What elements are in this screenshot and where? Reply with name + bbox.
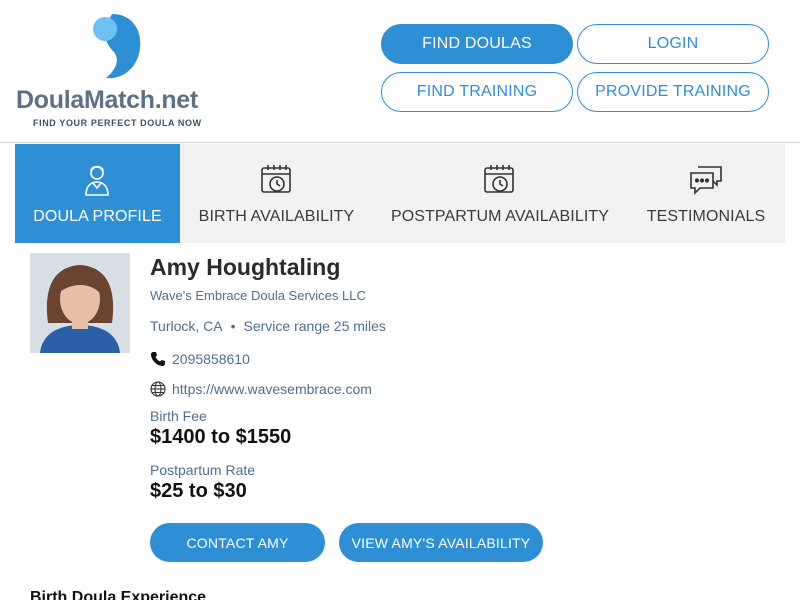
phone-icon [151,352,165,366]
birth-fee-label: Birth Fee [150,408,207,424]
tab-doula-profile[interactable]: DOULA PROFILE [15,144,180,243]
postpartum-rate-value: $25 to $30 [150,480,247,502]
find-doulas-button[interactable]: FIND DOULAS [381,24,573,64]
service-range: Service range 25 miles [243,318,386,334]
calendar-clock-icon [259,162,295,198]
contact-button[interactable]: CONTACT AMY [150,523,325,562]
site-header: DoulaMatch.net FIND YOUR PERFECT DOULA N… [0,0,800,143]
tab-label: POSTPARTUM AVAILABILITY [390,208,610,225]
business-name: Wave's Embrace Doula Services LLC [150,288,366,303]
website-row[interactable]: https://www.wavesembrace.com [150,381,372,397]
birth-fee-value: $1400 to $1550 [150,426,292,448]
find-training-button[interactable]: FIND TRAINING [381,72,573,112]
profile-tabs: DOULA PROFILE BIRTH AVAILABILITY POSTPAR… [15,144,785,243]
logo-name: DoulaMatch [16,86,155,114]
login-button[interactable]: LOGIN [577,24,769,64]
tab-label: DOULA PROFILE [33,208,162,225]
experience-heading: Birth Doula Experience [30,589,207,600]
location-line: Turlock, CA • Service range 25 miles [150,318,386,334]
city: Turlock, CA [150,318,223,334]
tab-birth-availability[interactable]: BIRTH AVAILABILITY [180,144,373,243]
doula-name: Amy Houghtaling [150,254,341,280]
view-availability-button[interactable]: VIEW AMY'S AVAILABILITY [339,523,543,562]
tab-label: TESTIMONIALS [646,208,766,225]
logo-icon[interactable] [90,12,146,82]
tab-testimonials[interactable]: TESTIMONIALS [627,144,785,243]
phone-number[interactable]: 2095858610 [172,351,250,367]
separator-dot: • [230,318,236,334]
doula-person-icon [79,162,115,198]
logo-wordmark[interactable]: DoulaMatch.net [16,86,198,115]
tab-label: BIRTH AVAILABILITY [198,208,355,225]
logo-tld: .net [154,86,199,114]
chat-bubbles-icon [688,162,724,198]
globe-icon [150,381,166,397]
tab-postpartum-availability[interactable]: POSTPARTUM AVAILABILITY [373,144,627,243]
website-link[interactable]: https://www.wavesembrace.com [172,381,372,397]
logo-tagline: FIND YOUR PERFECT DOULA NOW [33,118,202,128]
postpartum-rate-label: Postpartum Rate [150,462,256,478]
calendar-clock-icon [482,162,518,198]
phone-row[interactable]: 2095858610 [150,351,250,367]
provide-training-button[interactable]: PROVIDE TRAINING [577,72,769,112]
doula-photo [30,253,130,353]
